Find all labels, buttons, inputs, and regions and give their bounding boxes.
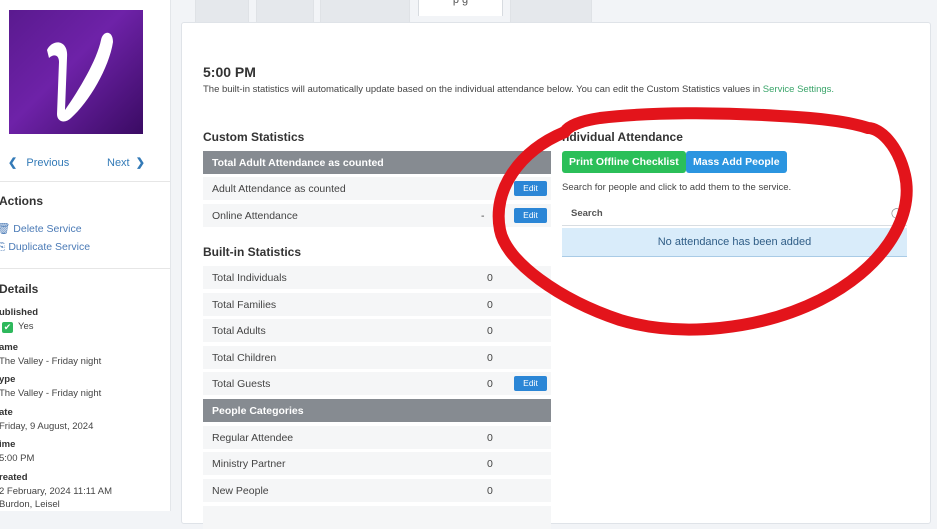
chevron-right-icon: ❯ [135,157,145,169]
checkmark-icon: ✔ [2,322,13,333]
search-input[interactable]: Search [571,208,603,219]
edit-button[interactable]: Edit [514,376,547,391]
table-row: Total Families 0 [203,293,551,316]
service-settings-link[interactable]: Service Settings. [763,84,834,95]
tab-active-label: p g [452,0,469,6]
row-value: 0 [487,485,493,497]
details-title: Details [0,282,39,296]
time-label: ime [0,439,16,450]
custom-statistics-header: Total Adult Attendance as counted [203,151,551,174]
table-row: Online Attendance - Edit [203,204,551,227]
row-label: Online Attendance [212,210,298,222]
service-card: 5:00 PM The built-in statistics will aut… [181,22,931,529]
divider [0,268,170,269]
date-label: ate [0,407,13,418]
search-icon: ◯ [891,208,903,219]
intro-text: The built-in statistics will automatical… [203,84,834,95]
row-value: 0 [487,272,493,284]
name-value: The Valley - Friday night [0,356,102,367]
table-row: Total Children 0 [203,346,551,369]
actions-title: Actions [0,194,44,208]
row-label: Ministry Partner [212,458,286,470]
published-value-text: Yes [18,321,34,332]
table-row: Adult Attendance as counted Edit [203,177,551,200]
row-value: - [481,210,485,222]
service-time: 5:00 PM [203,64,256,80]
edit-button[interactable]: Edit [514,208,547,223]
row-value: 0 [487,325,493,337]
row-label: Total Adults [212,325,266,337]
tab-1[interactable] [195,0,249,23]
type-label: ype [0,374,16,385]
type-value: The Valley - Friday night [0,388,102,399]
people-categories-header: People Categories [203,399,551,422]
header-label: People Categories [212,405,304,417]
empty-attendance-message: No attendance has been added [562,228,907,257]
created-value: 2 February, 2024 11:11 AM [0,486,113,497]
published-label: ublished [0,307,39,318]
table-row: Regular Attendee 0 [203,426,551,449]
table-row: Total Individuals 0 [203,266,551,289]
search-hint: Search for people and click to add them … [562,182,792,193]
service-logo [9,10,143,134]
duplicate-service-label: Duplicate Service [8,241,91,253]
mass-add-people-button[interactable]: Mass Add People [686,151,787,173]
tab-3[interactable] [320,0,410,23]
individual-attendance-title: ndividual Attendance [562,130,683,144]
people-search[interactable]: Search ◯ [562,203,907,226]
next-label: Next [107,157,130,169]
tab-active[interactable]: p g [418,0,503,16]
row-label: Adult Attendance as counted [212,183,346,195]
published-value: ✔ Yes [2,321,34,333]
row-value: 0 [487,432,493,444]
logo-v-mark [47,32,113,122]
date-value: Friday, 9 August, 2024 [0,421,94,432]
delete-service-label: Delete Service [13,223,82,235]
table-row: Total Guests 0 Edit [203,372,551,395]
row-label: Total Guests [212,378,271,390]
row-label: Regular Attendee [212,432,294,444]
table-row: Total Adults 0 [203,319,551,342]
chevron-left-icon: ❮ [8,157,18,169]
row-label: Total Children [212,352,277,364]
name-label: ame [0,342,19,353]
sidebar: ❮ Previous Next ❯ Actions 🗑 Delete Servi… [0,0,171,511]
table-row: Ministry Partner 0 [203,452,551,475]
custom-statistics-title: Custom Statistics [203,130,305,144]
print-offline-checklist-button[interactable]: Print Offline Checklist [562,151,686,173]
delete-service-link[interactable]: 🗑 Delete Service [0,222,82,235]
next-link[interactable]: Next ❯ [107,156,145,169]
row-label: Total Individuals [212,272,287,284]
created-by-value: Burdon, Leisel [0,499,60,510]
previous-label: Previous [26,157,70,169]
created-label: reated [0,472,28,483]
header-label: Total Adult Attendance as counted [212,157,384,169]
copy-icon: ⎘ [0,241,6,253]
row-label: New People [212,485,269,497]
row-value: 0 [487,458,493,470]
row-label: Total Families [212,299,277,311]
intro-sentence: The built-in statistics will automatical… [203,84,763,95]
tab-5[interactable] [510,0,592,23]
service-pager: ❮ Previous Next ❯ [0,156,170,172]
table-row: New People 0 [203,479,551,502]
trash-icon: 🗑 [0,223,11,235]
table-row [203,506,551,529]
duplicate-service-link[interactable]: ⎘ Duplicate Service [0,241,90,254]
edit-button[interactable]: Edit [514,181,547,196]
previous-link[interactable]: ❮ Previous [8,156,69,169]
divider [0,181,170,182]
builtin-statistics-title: Built-in Statistics [203,245,302,259]
tab-2[interactable] [256,0,314,23]
row-value: 0 [487,299,493,311]
row-value: 0 [487,352,493,364]
row-value: 0 [487,378,493,390]
time-value: 5:00 PM [0,453,35,464]
